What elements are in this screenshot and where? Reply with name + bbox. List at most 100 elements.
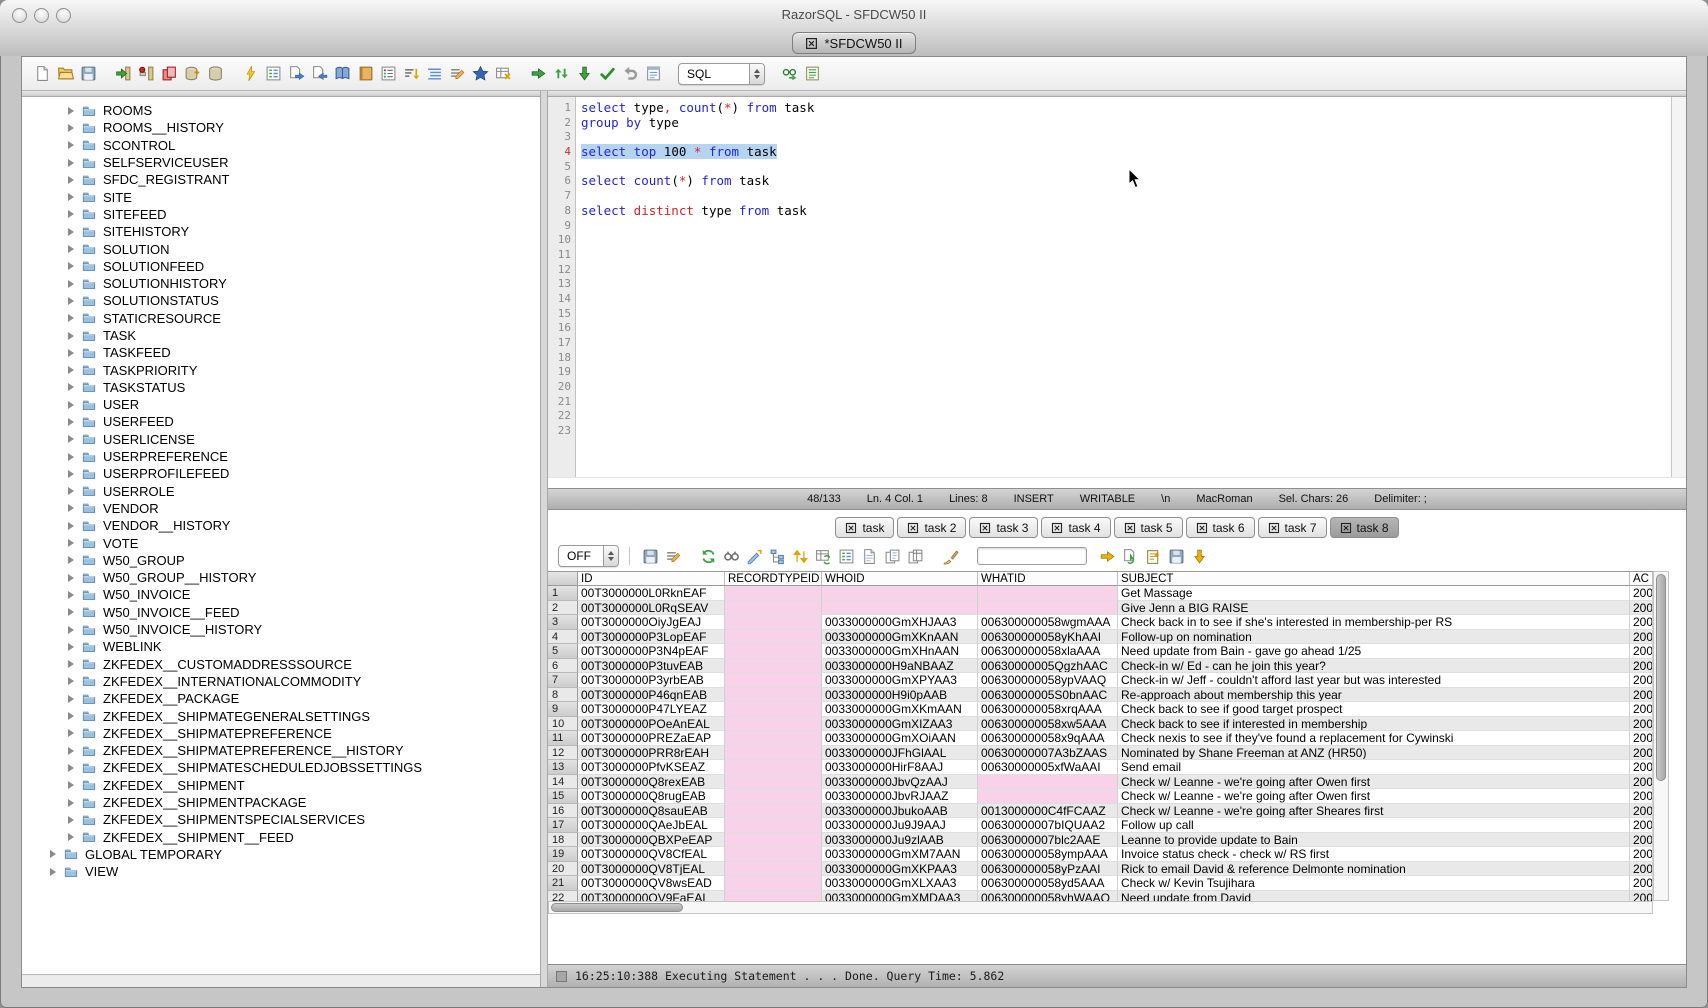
disclosure-triangle-icon[interactable]: [68, 210, 74, 218]
tree-item-solutionfeed[interactable]: SOLUTIONFEED: [22, 258, 540, 275]
disclosure-triangle-icon[interactable]: [68, 470, 74, 478]
table-row[interactable]: 1300T3000000PfvKSEAZ0033000000HirF8AAJ00…: [548, 760, 1653, 775]
result-tab-task-6[interactable]: task 6: [1186, 517, 1255, 538]
cell-subject[interactable]: Check w/ Leanne - we're going after Owen…: [1118, 775, 1630, 790]
tab-close-icon[interactable]: [1340, 522, 1352, 534]
disclosure-triangle-icon[interactable]: [50, 868, 56, 876]
export-icon[interactable]: [286, 63, 307, 84]
describe-icon[interactable]: [836, 546, 857, 567]
tab-close-icon[interactable]: [907, 522, 919, 534]
cell-subject[interactable]: Check w/ Leanne - we're going after Owen…: [1118, 789, 1630, 804]
tree-item-solution[interactable]: SOLUTION: [22, 240, 540, 257]
down-icon[interactable]: [574, 63, 595, 84]
disclosure-triangle-icon[interactable]: [68, 764, 74, 772]
tree-item-global-temporary[interactable]: GLOBAL TEMPORARY: [22, 846, 540, 863]
table-row[interactable]: 600T3000000P3tuvEAB0033000000H9aNBAAZ006…: [548, 659, 1653, 674]
cell-ac[interactable]: 200: [1630, 891, 1653, 902]
cell-id[interactable]: 00T3000000P3tuvEAB: [578, 659, 725, 674]
tab-close-icon[interactable]: [1268, 522, 1280, 534]
cell-whoid[interactable]: 0033000000H9i0pAAB: [822, 688, 978, 703]
disclosure-triangle-icon[interactable]: [68, 124, 74, 132]
disclosure-triangle-icon[interactable]: [68, 695, 74, 703]
cell-subject[interactable]: Check-in w/ Ed - can he join this year?: [1118, 659, 1630, 674]
cell-whoid[interactable]: 0033000000GmXHnAAN: [822, 644, 978, 659]
disclosure-triangle-icon[interactable]: [68, 159, 74, 167]
column-header-subject[interactable]: SUBJECT: [1118, 571, 1630, 586]
tree-item-sfdc-registrant[interactable]: SFDC_REGISTRANT: [22, 171, 540, 188]
cell-ac[interactable]: 200: [1630, 847, 1653, 862]
disclosure-triangle-icon[interactable]: [68, 591, 74, 599]
tree-item-zkfedex-shipmategeneralsettings[interactable]: ZKFEDEX__SHIPMATEGENERALSETTINGS: [22, 707, 540, 724]
grid-vscroll-thumb[interactable]: [1656, 574, 1666, 781]
disclosure-triangle-icon[interactable]: [68, 453, 74, 461]
cell-whatid[interactable]: 006300000058yPzAAI: [978, 862, 1118, 877]
tree-item-sitehistory[interactable]: SITEHISTORY: [22, 223, 540, 240]
disclosure-triangle-icon[interactable]: [68, 193, 74, 201]
find-arrow-icon[interactable]: [779, 63, 800, 84]
disclosure-triangle-icon[interactable]: [68, 418, 74, 426]
editor-line[interactable]: [581, 336, 1671, 351]
table-row[interactable]: 1400T3000000Q8rexEAB0033000000JbvQzAAJCh…: [548, 775, 1653, 790]
swap-icon[interactable]: [551, 63, 572, 84]
editor-line[interactable]: [581, 395, 1671, 410]
cell-whatid[interactable]: 00630000007bIQUAA2: [978, 818, 1118, 833]
cell-whatid[interactable]: [978, 775, 1118, 790]
edit-arrow-icon[interactable]: [744, 546, 765, 567]
cell-ac[interactable]: 200: [1630, 746, 1653, 761]
editor-line[interactable]: [581, 233, 1671, 248]
list-green-icon[interactable]: [802, 63, 823, 84]
favorites-icon[interactable]: [470, 63, 491, 84]
cell-recordtypeid[interactable]: [725, 847, 822, 862]
result-tab-task[interactable]: task: [835, 517, 894, 538]
cell-recordtypeid[interactable]: [725, 586, 822, 601]
editor-line[interactable]: [581, 307, 1671, 322]
disclosure-triangle-icon[interactable]: [68, 176, 74, 184]
tree-item-zkfedex-customaddresssource[interactable]: ZKFEDEX__CUSTOMADDRESSSOURCE: [22, 656, 540, 673]
table-row[interactable]: 1600T3000000Q8sauEAB0033000000JbukoAAB00…: [548, 804, 1653, 819]
copy-icon[interactable]: [882, 546, 903, 567]
describe-icon[interactable]: [263, 63, 284, 84]
tab-close-icon[interactable]: [845, 522, 857, 534]
sort-icon[interactable]: [401, 63, 422, 84]
cell-whatid[interactable]: 00630000007blc2AAE: [978, 833, 1118, 848]
cell-id[interactable]: 00T3000000P47LYEAZ: [578, 702, 725, 717]
disclosure-triangle-icon[interactable]: [68, 833, 74, 841]
tab-close-icon[interactable]: [1124, 522, 1136, 534]
table-row[interactable]: 1000T3000000POeAnEAL0033000000GmXIZAA300…: [548, 717, 1653, 732]
cell-whatid[interactable]: 006300000058ypVAAQ: [978, 673, 1118, 688]
tree-item-userpreference[interactable]: USERPREFERENCE: [22, 448, 540, 465]
cell-recordtypeid[interactable]: [725, 891, 822, 902]
disclosure-triangle-icon[interactable]: [68, 314, 74, 322]
database-icon[interactable]: [205, 63, 226, 84]
save-file-icon[interactable]: [640, 546, 661, 567]
tree-item-zkfedex-shipmatepreference-history[interactable]: ZKFEDEX__SHIPMATEPREFERENCE__HISTORY: [22, 742, 540, 759]
cell-id[interactable]: 00T3000000Q8rugEAB: [578, 789, 725, 804]
cell-recordtypeid[interactable]: [725, 659, 822, 674]
down-gold-icon[interactable]: [1189, 546, 1210, 567]
save-file-icon[interactable]: [78, 63, 99, 84]
cell-whatid[interactable]: 006300000058wgmAAA: [978, 615, 1118, 630]
disclosure-triangle-icon[interactable]: [68, 626, 74, 634]
result-tab-task-2[interactable]: task 2: [897, 517, 966, 538]
editor-line[interactable]: [581, 351, 1671, 366]
disclosure-triangle-icon[interactable]: [68, 608, 74, 616]
disclosure-triangle-icon[interactable]: [68, 574, 74, 582]
cell-ac[interactable]: 200: [1630, 804, 1653, 819]
book-blue-icon[interactable]: [332, 63, 353, 84]
minimize-window-button[interactable]: [34, 8, 49, 23]
tree-item-w50-group[interactable]: W50_GROUP: [22, 552, 540, 569]
stepper-icon[interactable]: [749, 64, 764, 84]
results-search-input[interactable]: [977, 547, 1087, 565]
refresh-icon[interactable]: [698, 546, 719, 567]
cell-ac[interactable]: 200: [1630, 630, 1653, 645]
tree-item-rooms-history[interactable]: ROOMS__HISTORY: [22, 119, 540, 136]
cell-whatid[interactable]: [978, 789, 1118, 804]
disclosure-triangle-icon[interactable]: [50, 850, 56, 858]
editor-line[interactable]: [581, 248, 1671, 263]
cell-recordtypeid[interactable]: [725, 717, 822, 732]
book-gold-icon[interactable]: [355, 63, 376, 84]
cell-id[interactable]: 00T3000000OiyJgEAJ: [578, 615, 725, 630]
cell-ac[interactable]: 200: [1630, 818, 1653, 833]
cell-subject[interactable]: Check back to see if good target prospec…: [1118, 702, 1630, 717]
format-icon[interactable]: [424, 63, 445, 84]
